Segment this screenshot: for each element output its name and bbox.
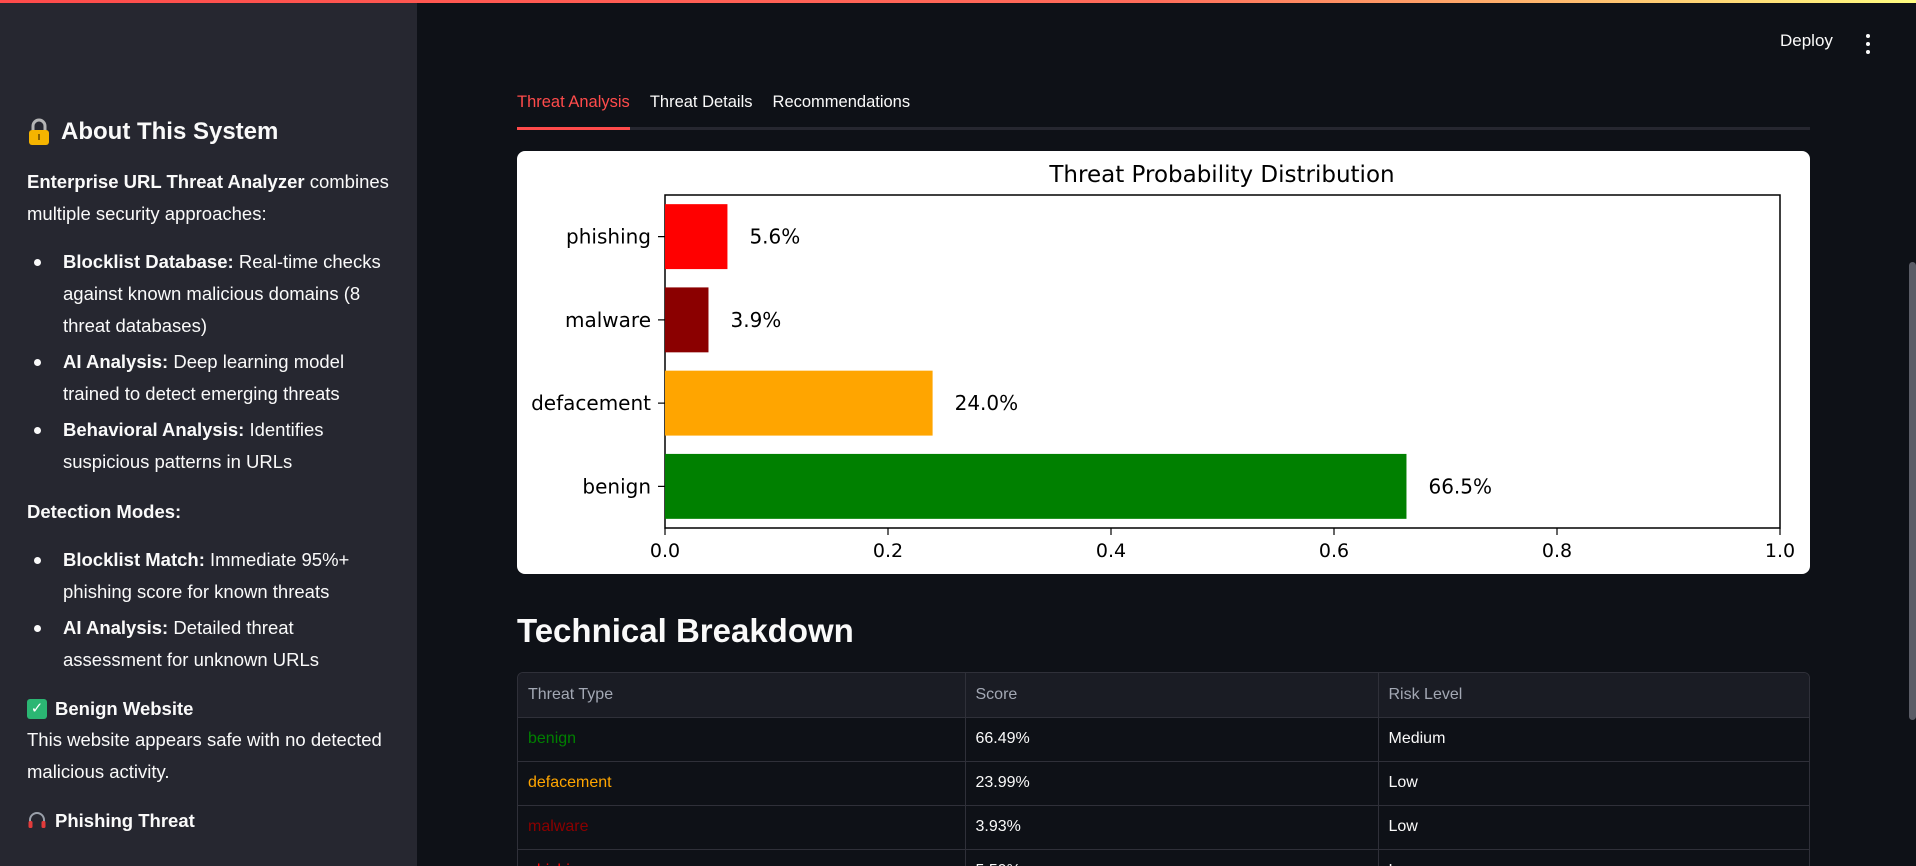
sidebar-intro: Enterprise URL Threat Analyzer combines … <box>27 166 389 230</box>
bar-defacement <box>665 370 933 436</box>
bar-malware <box>665 287 709 353</box>
tab-threat-analysis[interactable]: Threat Analysis <box>517 90 630 130</box>
x-tick-label: 1.0 <box>1765 540 1795 562</box>
tab-bar: Threat Analysis Threat Details Recommend… <box>517 90 1810 130</box>
technical-breakdown-title: Technical Breakdown <box>517 612 854 649</box>
lock-icon <box>29 118 49 145</box>
list-item: AI Analysis: Deep learning model trained… <box>27 346 389 410</box>
benign-label: Benign Website <box>55 698 194 719</box>
x-tick-label: 0.0 <box>650 540 680 562</box>
y-tick-label-malware: malware <box>565 308 651 332</box>
phishing-label: Phishing Threat <box>55 810 195 831</box>
list-item: AI Analysis: Detailed threat assessment … <box>27 612 389 676</box>
table-row: phishing 5.59% Low <box>518 849 1809 866</box>
deploy-button[interactable]: Deploy <box>1780 31 1833 51</box>
cell-threat-type: phishing <box>518 849 966 866</box>
cell-threat-type: benign <box>518 717 966 762</box>
sidebar-title-text: About This System <box>61 118 279 145</box>
cell-risk-level: Low <box>1378 849 1809 866</box>
table-row: benign 66.49% Medium <box>518 717 1809 762</box>
data-label-benign: 66.5% <box>1428 474 1492 498</box>
x-tick-label: 0.2 <box>873 540 903 562</box>
chart-title: Threat Probability Distribution <box>1048 162 1394 188</box>
column-header-risk-level[interactable]: Risk Level <box>1378 673 1809 718</box>
intro-bold: Enterprise URL Threat Analyzer <box>27 171 305 192</box>
data-label-malware: 3.9% <box>730 308 781 332</box>
list-item: Behavioral Analysis: Identifies suspicio… <box>27 414 389 478</box>
cell-score: 5.59% <box>965 849 1379 866</box>
table-row: defacement 23.99% Low <box>518 761 1809 806</box>
mode-bold: Blocklist Match: <box>63 549 205 570</box>
breakdown-table: Threat Type Score Risk Level benign 66.4… <box>517 672 1810 866</box>
feature-bold: Blocklist Database: <box>63 251 234 272</box>
check-icon: ✓ <box>27 699 47 719</box>
top-decoration-bar <box>0 0 1916 3</box>
modes-list: Blocklist Match: Immediate 95%+ phishing… <box>27 544 389 676</box>
phishing-status: Phishing Threat <box>27 806 389 836</box>
threat-probability-chart: Threat Probability Distribution 5.6% phis… <box>531 162 1795 562</box>
list-item: Blocklist Database: Real-time checks aga… <box>27 246 389 342</box>
cell-risk-level: Medium <box>1378 717 1809 762</box>
y-tick-label-phishing: phishing <box>566 225 651 249</box>
sidebar-title: About This System <box>27 118 389 146</box>
feature-bold: AI Analysis: <box>63 351 169 372</box>
x-tick-label: 0.4 <box>1096 540 1126 562</box>
cell-risk-level: Low <box>1378 761 1809 806</box>
headset-icon <box>28 812 46 828</box>
data-label-defacement: 24.0% <box>955 391 1019 415</box>
x-tick-label: 0.6 <box>1319 540 1349 562</box>
scrollbar[interactable] <box>1909 262 1916 720</box>
cell-risk-level: Low <box>1378 805 1809 850</box>
benign-description: This website appears safe with no detect… <box>27 729 382 782</box>
y-tick-label-defacement: defacement <box>531 391 651 415</box>
list-item: Blocklist Match: Immediate 95%+ phishing… <box>27 544 389 608</box>
feature-bold: Behavioral Analysis: <box>63 419 245 440</box>
table-row: malware 3.93% Low <box>518 805 1809 850</box>
mode-bold: AI Analysis: <box>63 617 169 638</box>
tab-threat-details[interactable]: Threat Details <box>650 90 753 130</box>
cell-score: 66.49% <box>965 717 1379 762</box>
threat-chart-card: Threat Probability Distribution 5.6% phis… <box>517 151 1810 574</box>
detection-modes-heading: Detection Modes: <box>27 501 182 522</box>
bar-phishing <box>665 204 728 270</box>
cell-threat-type: defacement <box>518 761 966 806</box>
y-tick-label-benign: benign <box>582 474 651 498</box>
column-header-score[interactable]: Score <box>965 673 1379 718</box>
data-label-phishing: 5.6% <box>749 225 800 249</box>
benign-status: ✓ Benign Website <box>27 694 389 724</box>
cell-threat-type: malware <box>518 805 966 850</box>
feature-list: Blocklist Database: Real-time checks aga… <box>27 246 389 478</box>
cell-score: 3.93% <box>965 805 1379 850</box>
tab-recommendations[interactable]: Recommendations <box>773 90 911 130</box>
bar-benign <box>665 453 1407 519</box>
column-header-threat-type[interactable]: Threat Type <box>518 673 966 718</box>
x-tick-label: 0.8 <box>1542 540 1572 562</box>
kebab-menu-icon[interactable] <box>1864 34 1872 54</box>
cell-score: 23.99% <box>965 761 1379 806</box>
sidebar: About This System Enterprise URL Threat … <box>0 0 417 866</box>
table-header-row: Threat Type Score Risk Level <box>518 673 1809 718</box>
